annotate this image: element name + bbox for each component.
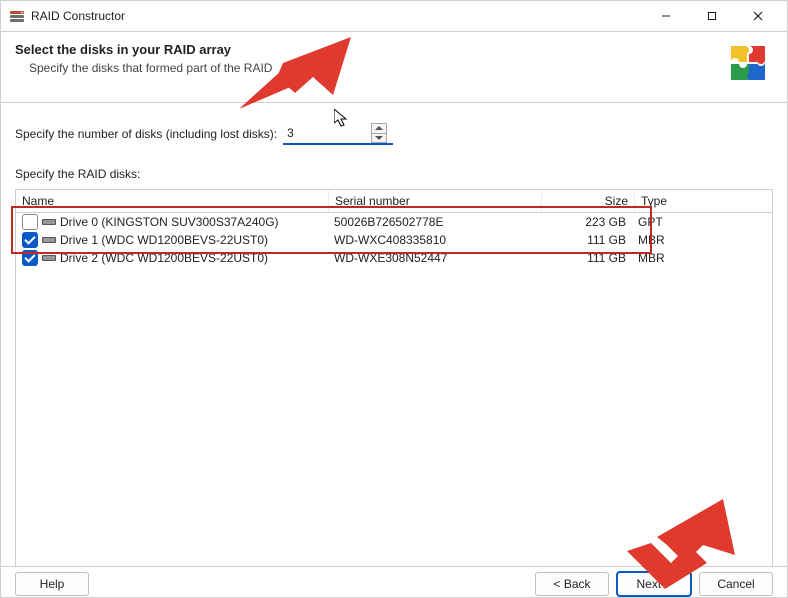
disk-icon (42, 217, 56, 227)
table-header: Name Serial number Size Type (16, 190, 772, 213)
disk-icon (42, 235, 56, 245)
page-subtitle: Specify the disks that formed part of th… (29, 61, 725, 75)
spinner-buttons[interactable] (371, 123, 387, 143)
raid-disks-table: Name Serial number Size Type Drive 0 (KI… (15, 189, 773, 591)
num-disks-label: Specify the number of disks (including l… (15, 127, 277, 141)
disk-size: 111 GB (540, 233, 632, 247)
window-controls (643, 1, 781, 31)
puzzle-icon (725, 40, 773, 88)
disk-serial: WD-WXE308N52447 (328, 251, 540, 265)
minimize-button[interactable] (643, 1, 689, 31)
table-body: Drive 0 (KINGSTON SUV300S37A240G) 50026B7… (16, 213, 772, 267)
disk-serial: WD-WXC408335810 (328, 233, 540, 247)
wizard-body: Specify the number of disks (including l… (1, 103, 787, 591)
maximize-button[interactable] (689, 1, 735, 31)
disk-icon (42, 253, 56, 263)
disk-checkbox[interactable] (22, 250, 38, 266)
disk-name: Drive 0 (KINGSTON SUV300S37A240G) (60, 215, 279, 229)
table-row[interactable]: Drive 2 (WDC WD1200BEVS-22UST0) WD-WXE308… (16, 249, 772, 267)
table-row[interactable]: Drive 1 (WDC WD1200BEVS-22UST0) WD-WXC408… (16, 231, 772, 249)
num-disks-input[interactable] (283, 124, 371, 142)
wizard-header: Select the disks in your RAID array Spec… (1, 32, 787, 103)
disk-name: Drive 1 (WDC WD1200BEVS-22UST0) (60, 233, 268, 247)
col-name[interactable]: Name (16, 190, 329, 212)
disk-checkbox[interactable] (22, 232, 38, 248)
raid-disks-label: Specify the RAID disks: (15, 167, 773, 181)
help-button[interactable]: Help (15, 572, 89, 596)
disk-type: MBR (632, 251, 704, 265)
col-size[interactable]: Size (542, 190, 635, 212)
spinner-down-button[interactable] (372, 134, 386, 143)
disk-name: Drive 2 (WDC WD1200BEVS-22UST0) (60, 251, 268, 265)
close-button[interactable] (735, 1, 781, 31)
disk-size: 111 GB (540, 251, 632, 265)
title-bar: RAID Constructor (1, 1, 787, 32)
col-serial[interactable]: Serial number (329, 190, 542, 212)
page-title: Select the disks in your RAID array (15, 42, 725, 57)
window-title: RAID Constructor (31, 9, 643, 23)
disk-type: MBR (632, 233, 704, 247)
disk-serial: 50026B726502778E (328, 215, 540, 229)
disk-type: GPT (632, 215, 704, 229)
disk-checkbox[interactable] (22, 214, 38, 230)
num-disks-row: Specify the number of disks (including l… (15, 123, 773, 145)
cancel-button[interactable]: Cancel (699, 572, 773, 596)
spinner-up-button[interactable] (372, 124, 386, 134)
num-disks-spinner[interactable] (283, 123, 393, 145)
app-icon (9, 8, 25, 24)
col-type[interactable]: Type (635, 190, 707, 212)
disk-size: 223 GB (540, 215, 632, 229)
next-button[interactable]: Next > (617, 572, 691, 596)
back-button[interactable]: < Back (535, 572, 609, 596)
wizard-footer: Help < Back Next > Cancel (1, 566, 787, 597)
table-row[interactable]: Drive 0 (KINGSTON SUV300S37A240G) 50026B7… (16, 213, 772, 231)
